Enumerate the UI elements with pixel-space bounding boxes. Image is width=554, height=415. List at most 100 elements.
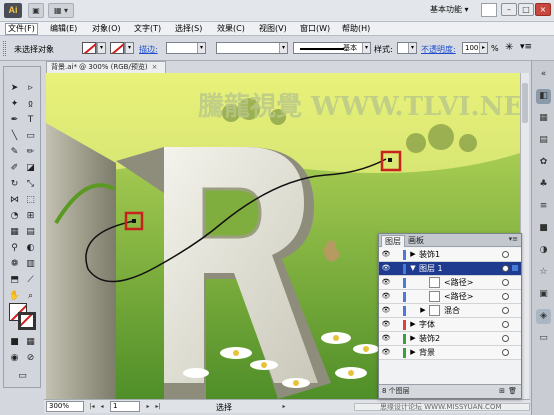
blend-tool-icon[interactable]: ◐ — [23, 241, 38, 255]
layer-row[interactable]: 👁 <路径> — [379, 276, 521, 290]
layer-row[interactable]: 👁 ▶ 字体 — [379, 318, 521, 332]
selection-indicator[interactable] — [512, 335, 518, 341]
draw-mode-icon[interactable]: ◉ — [7, 351, 22, 365]
visibility-eye-icon[interactable]: 👁 — [381, 264, 391, 273]
scroll-thumb[interactable] — [522, 83, 528, 123]
lock-toggle[interactable] — [393, 264, 401, 273]
symbol-sprayer-icon[interactable]: ❁ — [7, 257, 22, 271]
next-artboard-icon[interactable]: ▸ — [144, 402, 152, 411]
layer-row[interactable]: 👁 ▶ 混合 — [379, 304, 521, 318]
menu-file[interactable]: 文件(F) — [5, 23, 38, 35]
layer-row[interactable]: 👁 ▶ 装饰1 — [379, 248, 521, 262]
anchor-point[interactable] — [132, 219, 136, 223]
transparency-icon[interactable]: ◑ — [536, 243, 551, 258]
fill-swatch[interactable] — [82, 42, 96, 54]
artboards-icon[interactable]: ▭ — [536, 331, 551, 346]
layer-name[interactable]: 图层 1 — [419, 262, 443, 275]
selection-indicator[interactable] — [512, 321, 518, 327]
column-graph-icon[interactable]: ▥ — [23, 257, 38, 271]
rectangle-tool-icon[interactable]: ▭ — [23, 129, 38, 143]
lock-toggle[interactable] — [393, 250, 401, 259]
mesh-tool-icon[interactable]: ▦ — [7, 225, 22, 239]
layer-name[interactable]: <路径> — [444, 276, 473, 289]
width-tool-icon[interactable]: ⋈ — [7, 193, 22, 207]
perspective-grid-icon[interactable]: ⊞ — [23, 209, 38, 223]
prev-artboard-icon[interactable]: ◂ — [98, 402, 106, 411]
color-panel-icon[interactable]: ◧ — [536, 89, 551, 104]
artboard-number-field[interactable]: 1 — [110, 401, 140, 412]
close-tab-icon[interactable]: × — [152, 63, 158, 71]
target-circle-icon[interactable] — [502, 251, 509, 258]
selection-indicator[interactable] — [512, 307, 518, 313]
layer-name[interactable]: <路径> — [444, 290, 473, 303]
tab-artboards[interactable]: 画板 — [405, 235, 427, 247]
panel-menu-icon[interactable]: ▾≡ — [520, 42, 532, 52]
rotate-tool-icon[interactable]: ↻ — [7, 177, 22, 191]
visibility-eye-icon[interactable]: 👁 — [381, 250, 391, 259]
brushes-icon[interactable]: ✿ — [536, 155, 551, 170]
direct-selection-tool-icon[interactable]: ▹ — [23, 81, 38, 95]
stroke-panel-icon[interactable]: ≡ — [536, 199, 551, 214]
tab-layers[interactable]: 图层 — [381, 235, 405, 247]
magic-wand-icon[interactable]: ✦ — [7, 97, 22, 111]
workspace-switcher[interactable]: 基本功能 ▾ — [430, 4, 469, 15]
lasso-icon[interactable]: ჲ — [23, 97, 38, 111]
layer-row[interactable]: 👁 ▼ 图层 1 — [379, 262, 521, 276]
visibility-eye-icon[interactable]: 👁 — [381, 320, 391, 329]
layer-row[interactable]: 👁 ▶ 背景 — [379, 346, 521, 360]
status-menu-icon[interactable]: ▸ — [280, 402, 288, 411]
artboard-tool-icon[interactable]: ⬒ — [7, 273, 22, 287]
blob-brush-icon[interactable]: ✐ — [7, 161, 22, 175]
collapse-dock-icon[interactable]: « — [536, 67, 551, 82]
last-artboard-icon[interactable]: ▸| — [154, 402, 162, 411]
line-tool-icon[interactable]: ╲ — [7, 129, 22, 143]
layer-name[interactable]: 装饰2 — [419, 332, 440, 345]
selection-indicator[interactable] — [512, 265, 518, 271]
shape-builder-icon[interactable]: ◔ — [7, 209, 22, 223]
menu-select[interactable]: 选择(S) — [175, 23, 202, 35]
selection-indicator[interactable] — [512, 279, 518, 285]
menu-window[interactable]: 窗口(W) — [300, 23, 330, 35]
panel-grip[interactable] — [3, 41, 6, 56]
layer-name[interactable]: 背景 — [419, 346, 435, 359]
visibility-eye-icon[interactable]: 👁 — [381, 278, 391, 287]
target-circle-icon[interactable] — [502, 349, 509, 356]
fill-stroke-control[interactable] — [9, 303, 37, 331]
gradient-panel-icon[interactable]: ■ — [536, 221, 551, 236]
new-layer-icon[interactable]: ⊞ — [499, 385, 505, 398]
scale-tool-icon[interactable]: ⤡ — [23, 177, 38, 191]
paintbrush-icon[interactable]: ✎ — [7, 145, 22, 159]
graphic-styles-icon[interactable]: ▣ — [536, 287, 551, 302]
layer-name[interactable]: 字体 — [419, 318, 435, 331]
expand-triangle-icon[interactable]: ▶ — [409, 332, 417, 345]
stroke-dropdown[interactable]: ▾ — [124, 42, 134, 54]
document-tab[interactable]: 背景.ai* @ 300% (RGB/预览) × — [46, 61, 166, 73]
graphic-style-dropdown[interactable]: ▾ — [397, 42, 417, 54]
menu-type[interactable]: 文字(T) — [134, 23, 161, 35]
gradient-mode-icon[interactable]: ▦ — [23, 335, 38, 349]
lock-toggle[interactable] — [393, 292, 401, 301]
stroke-label[interactable]: 描边: — [139, 44, 158, 55]
recolor-artwork-icon[interactable]: ✳ — [505, 42, 513, 53]
visibility-eye-icon[interactable]: 👁 — [381, 306, 391, 315]
pencil-icon[interactable]: ✏ — [23, 145, 38, 159]
lock-toggle[interactable] — [393, 334, 401, 343]
fill-dropdown[interactable]: ▾ — [96, 42, 106, 54]
opacity-label[interactable]: 不透明度: — [421, 44, 456, 55]
screen-mode-icon[interactable]: ▭ — [15, 369, 30, 383]
visibility-eye-icon[interactable]: 👁 — [381, 348, 391, 357]
target-circle-icon[interactable] — [502, 335, 509, 342]
visibility-eye-icon[interactable]: 👁 — [381, 334, 391, 343]
lock-toggle[interactable] — [393, 348, 401, 357]
lock-toggle[interactable] — [393, 320, 401, 329]
target-circle-icon[interactable] — [502, 321, 509, 328]
stroke-swatch[interactable] — [110, 42, 124, 54]
free-transform-icon[interactable]: ⬚ — [23, 193, 38, 207]
swatches-icon[interactable]: ▤ — [536, 133, 551, 148]
selection-tool-icon[interactable]: ➤ — [7, 81, 22, 95]
menu-view[interactable]: 视图(V) — [259, 23, 287, 35]
layer-name[interactable]: 装饰1 — [419, 248, 440, 261]
expand-triangle-icon[interactable]: ▶ — [409, 346, 417, 359]
selection-indicator[interactable] — [512, 293, 518, 299]
none-mode-icon[interactable]: ⊘ — [23, 351, 38, 365]
